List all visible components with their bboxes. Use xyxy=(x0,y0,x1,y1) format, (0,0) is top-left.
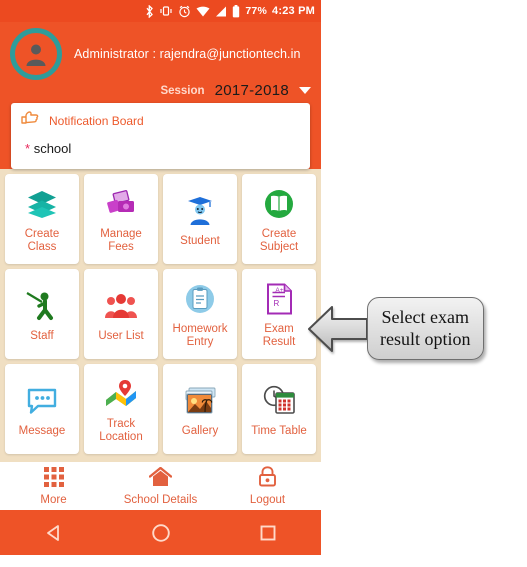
bullet-star: * xyxy=(25,141,31,156)
clock-calendar-icon xyxy=(262,381,296,421)
tile-message[interactable]: Message xyxy=(5,364,79,454)
tile-label: Manage Fees xyxy=(100,228,142,253)
map-pin-icon xyxy=(104,374,138,414)
home-circle-icon[interactable] xyxy=(131,523,191,543)
tile-create-class[interactable]: Create Class xyxy=(5,174,79,264)
grid-menu-icon xyxy=(43,466,64,492)
graduate-icon xyxy=(184,191,216,231)
nav-label: Logout xyxy=(249,494,286,506)
signal-icon xyxy=(215,6,227,17)
callout-annotation: Select exam result option xyxy=(306,297,484,360)
exam-document-icon: A+ R xyxy=(266,279,293,319)
tile-user-list[interactable]: User List xyxy=(84,269,158,359)
bluetooth-icon xyxy=(145,4,154,18)
vibrate-icon xyxy=(159,5,173,17)
tile-label: Exam Result xyxy=(262,323,296,348)
session-value: 2017-2018 xyxy=(214,82,289,99)
tile-label: User List xyxy=(98,329,144,342)
svg-text:R: R xyxy=(273,299,279,308)
tile-label: Homework Entry xyxy=(172,323,228,348)
nav-label: School Details xyxy=(123,493,198,506)
tile-create-subject[interactable]: Create Subject xyxy=(242,174,316,264)
tile-exam-result[interactable]: A+ R Exam Result xyxy=(242,269,316,359)
left-arrow-icon xyxy=(308,305,368,352)
notification-item-text: school xyxy=(33,141,72,156)
tile-homework-entry[interactable]: Homework Entry xyxy=(163,269,237,359)
admin-label: Administrator : rajendra@junctiontech.in xyxy=(74,47,301,61)
tile-label: Track Location xyxy=(99,418,143,443)
notification-board-card[interactable]: Notification Board * school xyxy=(11,103,310,169)
battery-percent: 77% xyxy=(245,5,268,17)
recents-square-icon[interactable] xyxy=(238,524,298,542)
clock-time: 4:23 PM xyxy=(272,5,315,17)
tile-label: Gallery xyxy=(181,424,219,437)
layers-icon xyxy=(26,184,58,224)
tile-track-location[interactable]: Track Location xyxy=(84,364,158,454)
alarm-icon xyxy=(178,5,191,18)
wifi-icon xyxy=(196,6,210,17)
tile-label: Create Subject xyxy=(259,228,299,253)
tile-label: Student xyxy=(180,234,220,247)
phone-screen: 77% 4:23 PM Administrator : rajendra@jun… xyxy=(0,0,321,567)
tile-student[interactable]: Student xyxy=(163,174,237,264)
tile-gallery[interactable]: Gallery xyxy=(163,364,237,454)
chevron-down-icon[interactable] xyxy=(299,87,311,94)
pointing-hand-icon xyxy=(20,109,40,132)
session-label: Session xyxy=(160,84,205,97)
user-avatar-icon[interactable] xyxy=(10,28,62,80)
menu-grid: Create Class Manage Fees Student Create … xyxy=(0,169,321,462)
nav-label: More xyxy=(40,493,67,506)
app-header: Administrator : rajendra@junctiontech.in… xyxy=(0,22,321,103)
teacher-pointer-icon xyxy=(25,286,59,326)
tile-staff[interactable]: Staff xyxy=(5,269,79,359)
nav-item-school-details[interactable]: School Details xyxy=(107,465,214,506)
chat-bubble-icon xyxy=(26,381,58,421)
tile-label: Message xyxy=(18,424,66,437)
android-system-bar xyxy=(0,510,321,555)
tile-manage-fees[interactable]: Manage Fees xyxy=(84,174,158,264)
battery-icon xyxy=(232,4,240,18)
home-icon xyxy=(148,465,173,492)
lock-icon xyxy=(258,466,277,492)
callout-box: Select exam result option xyxy=(367,297,484,360)
callout-text: Select exam result option xyxy=(380,307,471,349)
admin-row: Administrator : rajendra@junctiontech.in xyxy=(0,28,321,80)
notification-title: Notification Board xyxy=(49,113,144,128)
back-triangle-icon[interactable] xyxy=(24,524,84,542)
money-icon xyxy=(104,184,138,224)
notification-header: Notification Board xyxy=(11,109,310,132)
open-book-icon xyxy=(263,184,295,224)
session-selector[interactable]: Session 2017-2018 xyxy=(0,82,321,99)
notification-item: * school xyxy=(11,132,310,156)
nav-item-logout[interactable]: Logout xyxy=(214,466,321,506)
people-group-icon xyxy=(104,286,138,326)
svg-text:A+: A+ xyxy=(275,287,283,294)
bottom-navigation: More School Details Logout xyxy=(0,462,321,510)
tile-label: Staff xyxy=(30,329,54,342)
notification-area: Notification Board * school xyxy=(0,103,321,169)
tile-time-table[interactable]: Time Table xyxy=(242,364,316,454)
tile-label: Create Class xyxy=(24,228,60,253)
photo-stack-icon xyxy=(183,381,217,421)
status-bar: 77% 4:23 PM xyxy=(0,0,321,22)
clipboard-icon xyxy=(184,279,216,319)
tile-label: Time Table xyxy=(251,424,307,437)
nav-item-more[interactable]: More xyxy=(0,466,107,506)
